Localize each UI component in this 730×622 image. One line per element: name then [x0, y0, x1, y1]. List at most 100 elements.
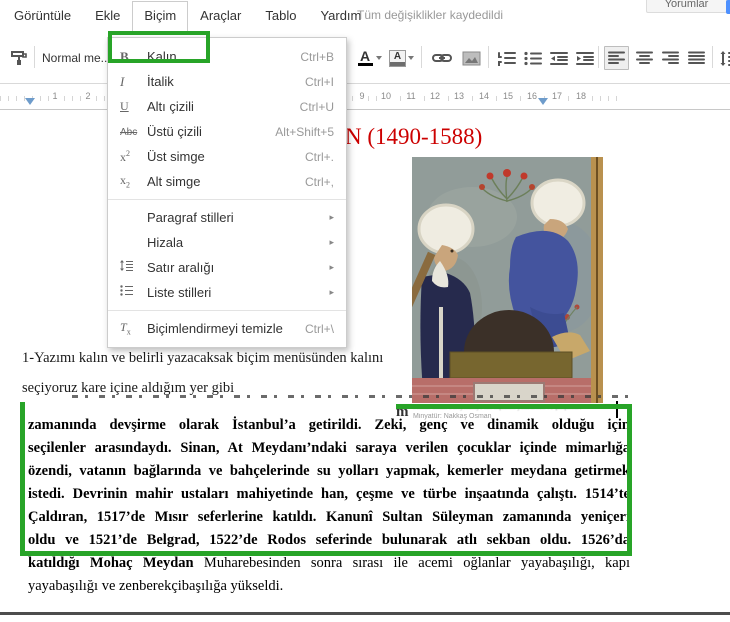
strikethrough-icon: Abc	[120, 127, 138, 138]
menu-item-shortcut: Ctrl+U	[299, 99, 334, 114]
format-menu-item--st-izili[interactable]: Abc Üstü çizili Alt+Shift+5	[108, 119, 346, 144]
insert-image-icon[interactable]	[459, 46, 483, 70]
menu-bicim[interactable]: Biçim	[132, 0, 189, 31]
menu-separator	[108, 310, 346, 311]
ruler-number: 2	[83, 91, 93, 101]
indent-marker-right-icon[interactable]	[538, 98, 548, 105]
format-menu-item-alt-simge[interactable]: x2 Alt simge Ctrl+,	[108, 169, 346, 194]
format-menu-item-alt-izili[interactable]: U Altı çizili Ctrl+U	[108, 94, 346, 119]
submenu-arrow-icon: ▸	[329, 237, 334, 247]
comments-button[interactable]: Yorumlar	[646, 0, 727, 13]
numbered-list-icon[interactable]	[496, 46, 518, 70]
menu-item-label: Liste stilleri	[147, 285, 212, 300]
list-styles-icon	[120, 285, 147, 300]
format-menu-item--st-simge[interactable]: x2 Üst simge Ctrl+.	[108, 144, 346, 169]
paragraph-style-selector[interactable]: Normal me...	[42, 46, 111, 70]
menu-item-label: Hizala	[147, 235, 184, 250]
format-menu-item-hizala[interactable]: Hizala ▸	[108, 230, 346, 255]
text-color-dropdown-icon[interactable]	[375, 46, 383, 70]
menu-ekle[interactable]: Ekle	[83, 1, 132, 30]
format-menu-item-i-talik[interactable]: I İtalik Ctrl+I	[108, 69, 346, 94]
ruler-number: 10	[378, 91, 394, 101]
annotation-box-paragraph-bottom	[20, 551, 632, 556]
menu-item-shortcut: Ctrl+\	[304, 321, 334, 336]
format-menu-item-bi-imlendirmeyi-temizle[interactable]: Tx Biçimlendirmeyi temizle Ctrl+\	[108, 316, 346, 341]
ruler-number: 18	[573, 91, 589, 101]
decrease-indent-icon[interactable]	[548, 46, 570, 70]
highlight-color-dropdown-icon[interactable]	[407, 46, 415, 70]
menu-goruntule[interactable]: Görüntüle	[2, 1, 83, 30]
menu-item-label: Biçimlendirmeyi temizle	[147, 321, 283, 336]
menu-separator	[108, 199, 346, 200]
paint-format-icon[interactable]	[8, 46, 30, 70]
menu-item-shortcut: Ctrl+I	[304, 74, 334, 89]
ruler-number: 16	[524, 91, 540, 101]
menu-item-label: Satır aralığı	[147, 260, 215, 275]
ruler-number: 9	[357, 91, 367, 101]
menu-item-label: Altı çizili	[147, 99, 194, 114]
menu-item-shortcut: Ctrl+B	[300, 49, 334, 64]
menu-araclar[interactable]: Araçlar	[188, 1, 253, 30]
menu-item-label: İtalik	[147, 74, 174, 89]
clipped-text-line	[72, 395, 632, 398]
google-docs-window: Görüntüle Ekle Biçim Araçlar Tablo Yardım Tüm…	[0, 0, 730, 622]
align-center-icon[interactable]	[632, 46, 657, 70]
paragraph-line: istedi. Devrinin mahir ustaları mahiyeti…	[28, 486, 630, 502]
menu-item-shortcut: Ctrl+,	[304, 174, 334, 189]
menu-item-label: Üst simge	[147, 149, 205, 164]
paragraph-line: özendi, vatanın bağlarında ve bahçelerin…	[28, 463, 630, 479]
format-menu-item-paragraf-stilleri[interactable]: Paragraf stilleri ▸	[108, 205, 346, 230]
document-title: N (1490-1588)	[345, 124, 483, 149]
ruler-number: 1	[50, 91, 60, 101]
ruler-number: 17	[549, 91, 565, 101]
italic-icon: I	[120, 73, 125, 89]
annotation-box-paragraph-left	[20, 402, 25, 556]
line-spacing-icon[interactable]	[718, 46, 730, 70]
ruler-number: 15	[500, 91, 516, 101]
paragraph-line: seçilenler arasındaydı. Sinan, At Meydan…	[28, 440, 630, 456]
superscript-icon: x2	[120, 148, 130, 164]
bulleted-list-icon[interactable]	[522, 46, 544, 70]
insert-link-icon[interactable]	[430, 46, 454, 70]
indent-marker-left-icon[interactable]	[25, 98, 35, 105]
miniature-image	[366, 157, 603, 403]
format-menu-item-sat-r-aral-[interactable]: Satır aralığı ▸	[108, 255, 346, 280]
ruler-number: 11	[404, 91, 418, 101]
align-left-icon[interactable]	[604, 46, 629, 70]
paragraph-line-last: yayabaşılığı ve zenberekçibaşılığa yükse…	[28, 578, 284, 594]
text-color-icon[interactable]: A	[356, 46, 374, 70]
menu-item-shortcut: Ctrl+.	[304, 149, 334, 164]
annotation-box-kalin	[108, 31, 210, 63]
ruler-number: 13	[451, 91, 467, 101]
line-spacing-icon	[120, 260, 147, 275]
submenu-arrow-icon: ▸	[329, 212, 334, 222]
annotation-box-paragraph-right	[627, 404, 632, 556]
subscript-icon: x2	[120, 173, 130, 190]
save-status: Tüm değişiklikler kaydedildi	[357, 8, 504, 22]
format-menu: B Kalın Ctrl+B I İtalik Ctrl+I U Altı çizili Ctr…	[107, 37, 347, 348]
menu-item-label: Paragraf stilleri	[147, 210, 234, 225]
format-menu-item-liste-stilleri[interactable]: Liste stilleri ▸	[108, 280, 346, 305]
justify-icon[interactable]	[684, 46, 709, 70]
ruler-number: 14	[476, 91, 492, 101]
menu-item-shortcut: Alt+Shift+5	[275, 124, 334, 139]
submenu-arrow-icon: ▸	[329, 262, 334, 272]
ruler-number: 12	[427, 91, 443, 101]
body-paragraph: zamanında devşirme olarak İstanbul’a get…	[28, 414, 630, 598]
increase-indent-icon[interactable]	[574, 46, 596, 70]
clear-formatting-icon: Tx	[120, 320, 131, 337]
annotation-box-paragraph-top	[396, 404, 632, 409]
highlight-color-icon[interactable]: A	[388, 46, 407, 70]
paragraph-line: Çaldıran, 1517’de Mısır seferlerine katı…	[28, 509, 630, 525]
share-button[interactable]	[726, 0, 730, 14]
menu-item-label: Üstü çizili	[147, 124, 202, 139]
instruction-line1: 1-Yazımı kalın ve belirli yazacaksak biç…	[22, 350, 384, 366]
underline-icon: U	[120, 99, 129, 113]
paragraph-line: oldu ve 1521’de Belgrad, 1522’de Rodos s…	[28, 532, 630, 548]
page-bottom-divider	[0, 612, 730, 615]
menu-tablo[interactable]: Tablo	[253, 1, 308, 30]
align-right-icon[interactable]	[658, 46, 683, 70]
submenu-arrow-icon: ▸	[329, 287, 334, 297]
menu-bar: Görüntüle Ekle Biçim Araçlar Tablo Yardım Tüm…	[0, 0, 730, 31]
menu-item-label: Alt simge	[147, 174, 201, 189]
